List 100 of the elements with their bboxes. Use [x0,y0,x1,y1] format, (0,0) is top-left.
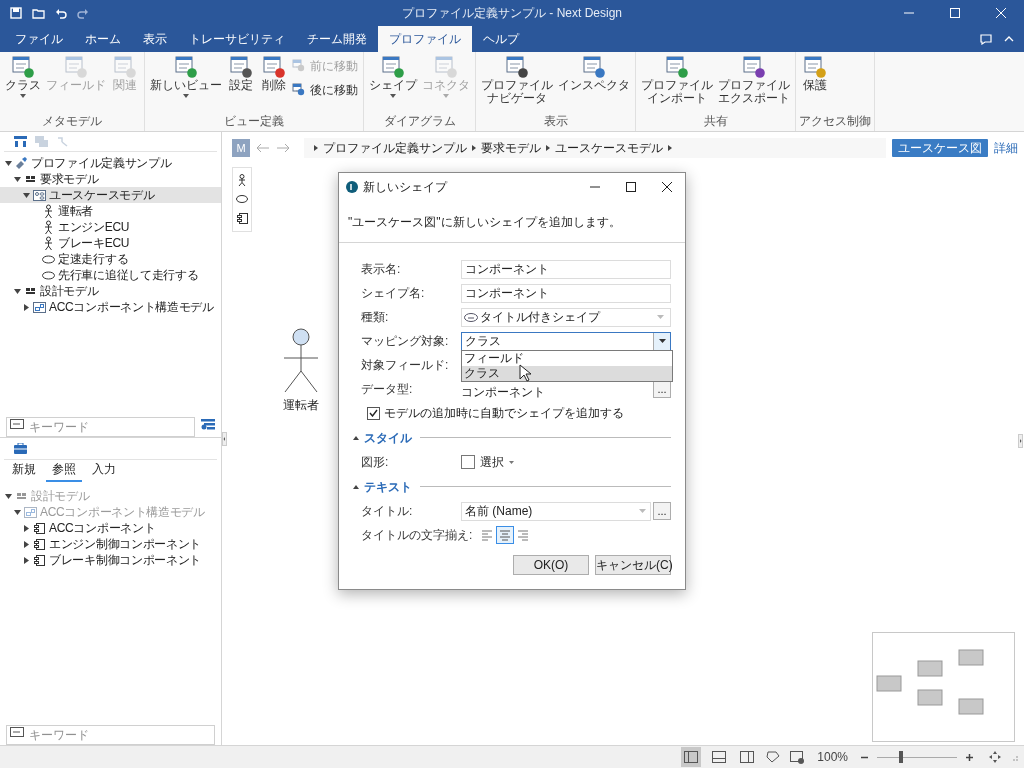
collapse-handle-icon[interactable] [222,431,227,446]
panel-tab[interactable]: 新規 [6,460,42,482]
caret-down-icon [443,94,449,98]
dialog-button[interactable]: OK(O) [513,555,589,575]
tree-item[interactable]: 運転者 [0,203,221,219]
expanded-caret-icon[interactable] [23,192,30,198]
text-field-icon [10,727,24,737]
dropdown-option[interactable]: フィールド [462,351,672,366]
component-icon [32,520,47,536]
collapsed-caret-icon[interactable] [24,303,29,311]
panel-tab[interactable]: 参照 [46,460,82,482]
tree-item[interactable]: ユースケースモデル [0,187,221,203]
ribbon-tab[interactable]: 表示 [132,26,178,52]
window-badge-icon [803,55,827,79]
tree-item[interactable]: ACCコンポーネント構造モデル [0,299,221,315]
ribbon-tab[interactable]: トレーサビリティ [178,26,296,52]
group-label: 表示 [542,114,569,128]
window-badge-icon [505,55,529,79]
diagram-icon [23,504,38,520]
view-button[interactable]: ユースケース図 [892,139,988,157]
section-toggle[interactable]: スタイル [353,428,412,447]
filter-settings-icon[interactable] [201,417,215,431]
ribbon-tab[interactable]: チーム開発 [296,26,378,52]
zoom-in-icon[interactable] [965,752,974,762]
ribbon-tab[interactable]: ホーム [74,26,132,52]
ribbon-button[interactable]: インスペクタ [556,55,632,92]
dialog-button[interactable]: キャンセル(C) [595,555,671,575]
ellipse-icon[interactable] [236,193,248,206]
panel-layout-icon [711,750,728,764]
chevron-up-icon[interactable] [1004,35,1014,43]
field-label: 表示名: [361,261,402,278]
align-button[interactable] [496,526,515,544]
ribbon-button[interactable]: 保護 [799,55,831,92]
breadcrumb-separator-icon [314,145,318,151]
caret-up-icon [353,484,359,489]
search-field[interactable]: キーワード [6,725,215,745]
shape-picker[interactable]: 選択 [461,453,514,471]
ribbon-tab[interactable]: プロファイル [378,26,472,52]
ribbon-button[interactable]: プロファイル ナビゲータ [479,55,555,105]
section-toggle[interactable]: テキスト [353,477,412,496]
fit-to-screen-icon[interactable] [988,750,1002,764]
breadcrumb-separator-icon [546,145,550,151]
save-icon[interactable] [10,7,22,19]
comment-icon[interactable] [980,33,992,45]
breadcrumb-item[interactable]: プロファイル定義サンプル [323,139,467,157]
ribbon-button[interactable]: 後に移動 [291,81,360,99]
ribbon-button[interactable]: プロファイル インポート [639,55,715,105]
collapse-handle-icon[interactable] [1018,434,1023,448]
ribbon-tab[interactable]: ヘルプ [472,26,530,52]
expanded-caret-icon[interactable] [14,288,21,294]
layout-toggle[interactable] [681,747,702,767]
tree-item[interactable]: 先行車に追従して走行する [0,267,221,283]
component-icon [32,536,47,552]
ribbon-button[interactable]: 新しいビュー [148,55,224,98]
text-align-icon [498,528,513,542]
tree-item[interactable]: 設計モデル [0,283,221,299]
breadcrumb-item[interactable]: ユースケースモデル [555,139,663,157]
dropdown-option[interactable]: クラス [462,366,672,381]
undo-icon[interactable] [55,7,67,19]
text-field[interactable]: コンポーネント [461,259,671,279]
group-label: 共有 [702,114,729,128]
type-dropdown[interactable]: タイトル付きシェイプ [461,307,671,327]
search-field[interactable]: キーワード [6,417,195,437]
component-icon [32,552,47,568]
tree-item[interactable]: エンジンECU [0,219,221,235]
ribbon-button[interactable]: 設定 [225,55,257,92]
tree-item[interactable]: ブレーキECU [0,235,221,251]
ribbon-button[interactable]: クラス [3,55,43,98]
component-icon[interactable] [236,212,248,225]
tree-item[interactable]: 要求モデル [0,171,221,187]
slider-thumb[interactable] [899,751,903,763]
folder-icon[interactable] [32,7,45,19]
panel-tab[interactable]: 入力 [86,460,122,482]
ribbon-button[interactable]: 削除 [258,55,290,92]
caret-down-icon [509,460,514,464]
text-align-icon [480,528,495,542]
actor-icon[interactable] [236,174,248,187]
checkbox[interactable] [367,406,380,420]
detail-link[interactable]: 詳細 [994,139,1018,157]
mapping-dropdown[interactable]: クラス [461,331,671,351]
field-label: マッピング対象: [361,333,450,350]
expanded-caret-icon[interactable] [5,160,12,166]
tree-item[interactable]: プロファイル定義サンプル [0,155,221,171]
ribbon-button[interactable]: シェイプ [367,55,419,98]
group-label: ビュー定義 [223,114,285,128]
breadcrumb-item[interactable]: 要求モデル [481,139,541,157]
browse-button[interactable]: ... [653,502,671,520]
field-label: シェイプ名: [361,285,426,302]
text-field[interactable]: コンポーネント [461,283,671,303]
redo-icon[interactable] [77,7,89,19]
title-dropdown[interactable]: 名前 (Name) [461,501,651,521]
screen-gear-icon[interactable] [789,750,806,764]
ribbon-tab[interactable]: ファイル [4,26,74,52]
toolbox-icon[interactable] [14,443,27,454]
hierarchy-icon[interactable] [14,136,27,147]
expanded-caret-icon[interactable] [14,176,21,182]
ribbon-button[interactable]: プロファイル エクスポート [716,55,792,105]
field-label: 対象フィールド: [361,357,450,374]
tree-item[interactable]: 定速走行する [0,251,221,267]
zoom-slider[interactable] [877,751,957,763]
